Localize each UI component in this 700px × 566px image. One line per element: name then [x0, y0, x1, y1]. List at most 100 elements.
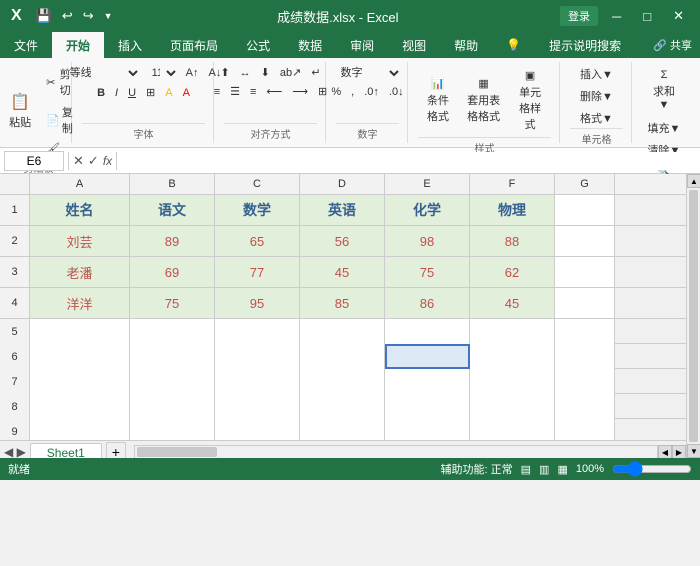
cell-f2[interactable]: 88: [470, 226, 555, 256]
cell-c7[interactable]: [215, 369, 300, 394]
cell-g2[interactable]: [555, 226, 615, 256]
v-scrollbar[interactable]: ▲ ▼: [686, 174, 700, 458]
number-format-select[interactable]: 数字: [333, 64, 403, 82]
cell-d5[interactable]: [300, 319, 385, 344]
cell-a4[interactable]: 洋洋: [30, 288, 130, 318]
tab-help[interactable]: 帮助: [440, 32, 492, 58]
v-scroll-thumb[interactable]: [689, 190, 698, 442]
cell-c6[interactable]: [215, 344, 300, 369]
orientation-button[interactable]: ab↗: [276, 64, 305, 81]
cell-d3[interactable]: 45: [300, 257, 385, 287]
cell-e4[interactable]: 86: [385, 288, 470, 318]
view-layout-btn[interactable]: ▥: [539, 463, 549, 476]
zoom-slider[interactable]: [612, 462, 692, 476]
cell-g5[interactable]: [555, 319, 615, 344]
increase-indent-button[interactable]: ⟶: [288, 83, 312, 100]
cell-d8[interactable]: [300, 394, 385, 419]
tab-view[interactable]: 视图: [388, 32, 440, 58]
cell-c3[interactable]: 77: [215, 257, 300, 287]
cell-c1[interactable]: 数学: [215, 195, 300, 225]
cell-b5[interactable]: [130, 319, 215, 344]
cell-a2[interactable]: 刘芸: [30, 226, 130, 256]
tab-file[interactable]: 文件: [0, 32, 52, 58]
maximize-button[interactable]: □: [635, 7, 659, 26]
tab-search[interactable]: 提示说明搜索: [535, 32, 635, 58]
insert-cell-button[interactable]: 插入▼: [576, 64, 617, 84]
tab-insert[interactable]: 插入: [104, 32, 156, 58]
cell-e6[interactable]: [385, 344, 470, 369]
cell-g8[interactable]: [555, 394, 615, 419]
h-scroll-right[interactable]: ▶: [672, 445, 686, 458]
cell-g1[interactable]: [555, 195, 615, 225]
qa-dropdown-icon[interactable]: ▼: [101, 9, 116, 23]
font-color-button[interactable]: A: [179, 85, 194, 101]
cell-f6[interactable]: [470, 344, 555, 369]
font-size-select[interactable]: 11: [144, 64, 180, 82]
cell-g3[interactable]: [555, 257, 615, 287]
autosum-button[interactable]: Σ 求和▼: [642, 64, 686, 116]
cell-b7[interactable]: [130, 369, 215, 394]
cell-a8[interactable]: [30, 394, 130, 419]
save-icon[interactable]: 💾: [33, 6, 55, 26]
tab-data[interactable]: 数据: [284, 32, 336, 58]
cell-b4[interactable]: 75: [130, 288, 215, 318]
align-right-button[interactable]: ≡: [246, 84, 260, 100]
font-name-select[interactable]: 等线: [62, 64, 142, 82]
h-scrollbar[interactable]: [134, 445, 658, 458]
cell-e3[interactable]: 75: [385, 257, 470, 287]
cell-c4[interactable]: 95: [215, 288, 300, 318]
cell-e7[interactable]: [385, 369, 470, 394]
cell-e1[interactable]: 化学: [385, 195, 470, 225]
cell-c5[interactable]: [215, 319, 300, 344]
v-scroll-down[interactable]: ▼: [687, 444, 700, 458]
redo-icon[interactable]: ↪: [80, 6, 97, 26]
increase-font-button[interactable]: A↑: [182, 65, 203, 81]
delete-cell-button[interactable]: 删除▼: [576, 86, 617, 106]
h-scroll-left[interactable]: ◀: [658, 445, 672, 458]
align-bottom-button[interactable]: ⬇: [257, 64, 274, 81]
formula-input[interactable]: [121, 152, 696, 170]
cell-c8[interactable]: [215, 394, 300, 419]
border-button[interactable]: ⊞: [142, 84, 159, 101]
cell-f3[interactable]: 62: [470, 257, 555, 287]
underline-button[interactable]: U: [124, 85, 140, 101]
cell-d2[interactable]: 56: [300, 226, 385, 256]
bold-button[interactable]: B: [93, 85, 109, 101]
cell-g7[interactable]: [555, 369, 615, 394]
cell-b6[interactable]: [130, 344, 215, 369]
view-break-btn[interactable]: ▦: [557, 463, 567, 476]
cell-d7[interactable]: [300, 369, 385, 394]
cell-f4[interactable]: 45: [470, 288, 555, 318]
format-cell-button[interactable]: 格式▼: [576, 108, 617, 128]
wrap-text-button[interactable]: ↵: [307, 64, 324, 81]
cell-f7[interactable]: [470, 369, 555, 394]
decrease-indent-button[interactable]: ⟵: [262, 83, 286, 100]
cell-a6[interactable]: [30, 344, 130, 369]
cell-d1[interactable]: 英语: [300, 195, 385, 225]
view-normal-btn[interactable]: ▤: [521, 463, 531, 476]
cell-f5[interactable]: [470, 319, 555, 344]
cell-reference-input[interactable]: E6: [4, 151, 64, 171]
tab-review[interactable]: 审阅: [336, 32, 388, 58]
minimize-button[interactable]: ─: [604, 7, 629, 26]
cell-d6[interactable]: [300, 344, 385, 369]
cell-a1[interactable]: 姓名: [30, 195, 130, 225]
cell-g4[interactable]: [555, 288, 615, 318]
cell-c2[interactable]: 65: [215, 226, 300, 256]
sheet-tab-sheet1[interactable]: Sheet1: [30, 443, 102, 459]
align-left-button[interactable]: ≡: [210, 84, 224, 100]
comma-button[interactable]: ,: [347, 84, 358, 100]
increase-decimal-button[interactable]: .0↑: [360, 84, 383, 100]
share-button[interactable]: 🔗 共享: [653, 37, 692, 53]
v-scroll-up[interactable]: ▲: [687, 174, 700, 188]
decrease-decimal-button[interactable]: .0↓: [385, 84, 408, 100]
confirm-icon[interactable]: ✓: [88, 153, 99, 169]
cell-a3[interactable]: 老潘: [30, 257, 130, 287]
tab-formulas[interactable]: 公式: [232, 32, 284, 58]
percent-button[interactable]: %: [327, 84, 345, 100]
fill-color-button[interactable]: A: [161, 85, 176, 101]
align-top-button[interactable]: ⬆: [216, 64, 233, 81]
cancel-icon[interactable]: ✕: [73, 153, 84, 169]
cell-a5[interactable]: [30, 319, 130, 344]
tab-pagelayout[interactable]: 页面布局: [156, 32, 232, 58]
